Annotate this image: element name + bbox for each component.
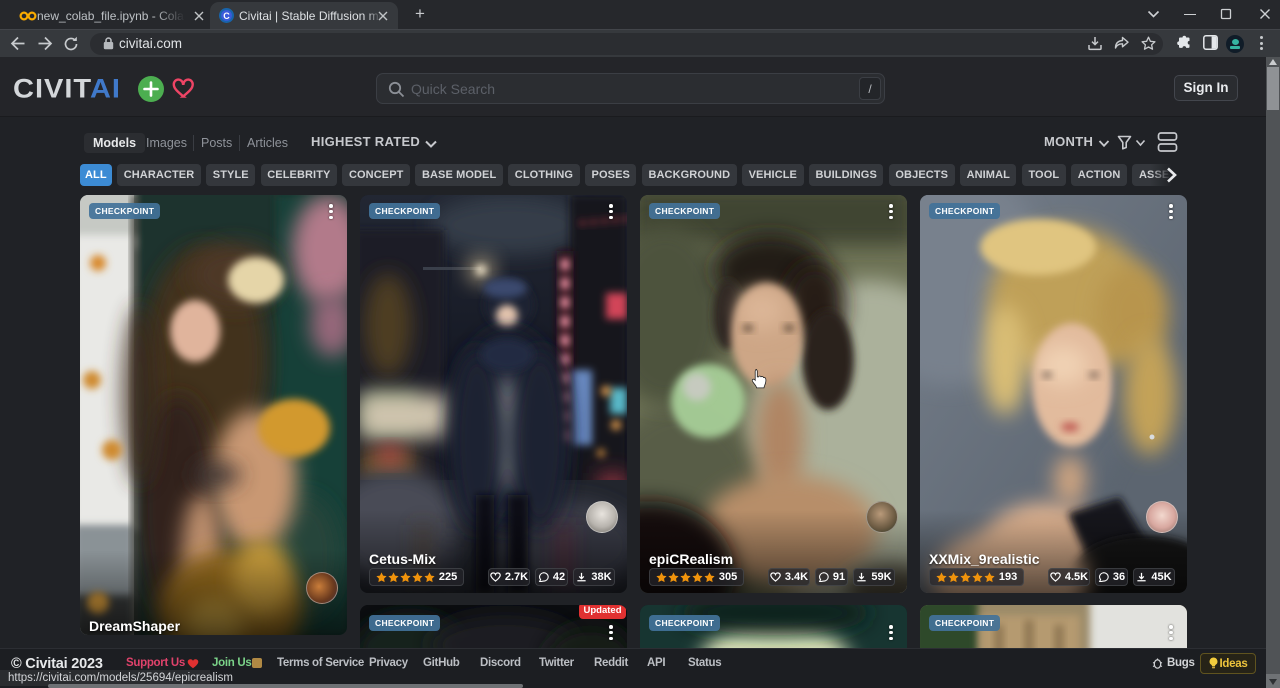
- svg-text:C: C: [223, 11, 230, 21]
